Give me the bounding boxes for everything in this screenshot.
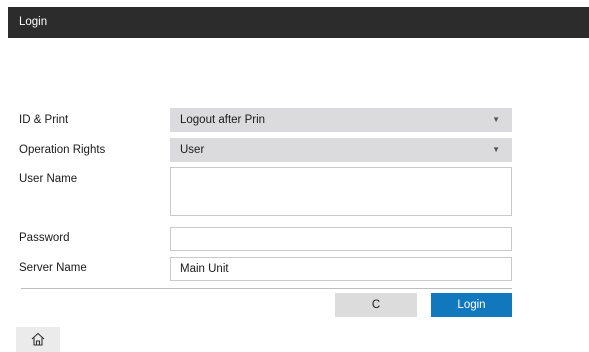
window-title: Login: [19, 16, 48, 28]
divider: [21, 288, 512, 289]
bottom-bar: [0, 322, 589, 352]
triangle-down-icon: ▼: [492, 115, 500, 124]
server-name-field[interactable]: Main Unit: [170, 257, 512, 281]
password-field[interactable]: [170, 227, 512, 251]
server-name-value: Main Unit: [180, 263, 229, 275]
clear-button[interactable]: C: [335, 293, 417, 317]
operation-rights-value: User: [180, 144, 205, 156]
server-name-label: Server Name: [19, 262, 87, 274]
id-print-value: Logout after Prin: [180, 114, 266, 126]
password-label: Password: [19, 232, 70, 244]
home-icon: [31, 332, 45, 346]
login-button[interactable]: Login: [431, 293, 512, 317]
id-print-label: ID & Print: [19, 114, 69, 126]
user-name-label: User Name: [19, 173, 78, 185]
operation-rights-select[interactable]: User ▼: [170, 138, 512, 162]
home-button[interactable]: [16, 327, 60, 352]
user-name-field[interactable]: [170, 167, 512, 216]
operation-rights-label: Operation Rights: [19, 144, 106, 156]
title-bar: Login: [8, 7, 589, 38]
triangle-down-icon: ▼: [492, 145, 500, 154]
id-print-select[interactable]: Logout after Prin ▼: [170, 108, 512, 132]
